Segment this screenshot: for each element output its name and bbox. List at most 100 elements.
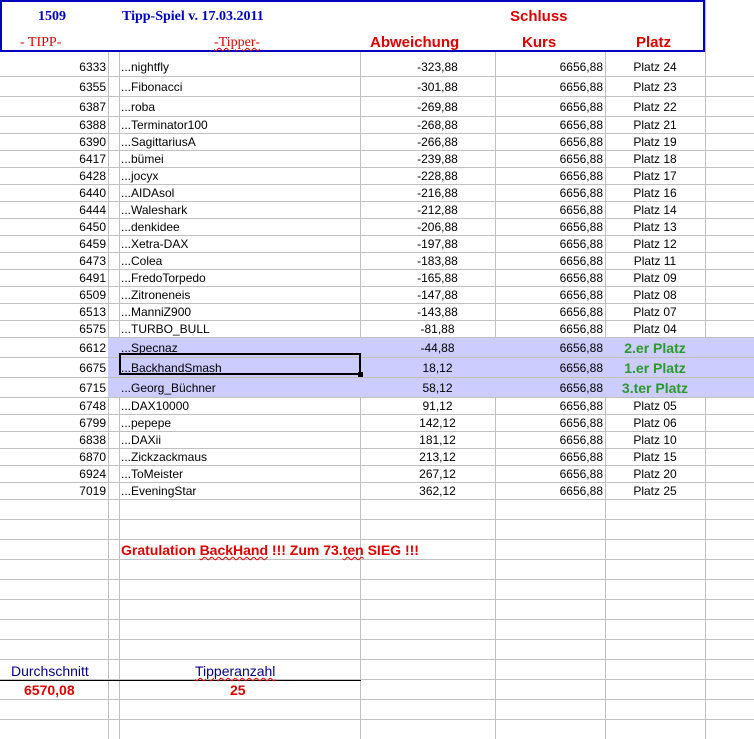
platz-cell[interactable]: Platz 13 [605,219,705,235]
abweichung-cell[interactable]: -206,88 [360,219,495,235]
kurs-cell[interactable]: 6656,88 [495,398,605,414]
kurs-cell[interactable]: 6656,88 [495,57,605,76]
selected-cell[interactable] [119,353,363,377]
kurs-cell[interactable]: 6656,88 [495,185,605,201]
abweichung-cell[interactable]: 181,12 [360,432,495,448]
kurs-cell[interactable]: 6656,88 [495,151,605,167]
kurs-cell[interactable]: 6656,88 [495,449,605,465]
kurs-cell[interactable]: 6656,88 [495,134,605,150]
tipp-cell[interactable]: 6675 [0,358,108,377]
kurs-cell[interactable]: 6656,88 [495,219,605,235]
tipper-cell[interactable]: ...Georg_Büchner [119,378,360,397]
kurs-cell[interactable]: 6656,88 [495,358,605,377]
platz-cell[interactable]: Platz 08 [605,287,705,303]
platz-cell[interactable]: Platz 12 [605,236,705,252]
tipp-cell[interactable]: 6924 [0,466,108,482]
tipper-cell[interactable]: ...Zickzackmaus [119,449,360,465]
tipper-cell[interactable]: ...Waleshark [119,202,360,218]
tipp-cell[interactable]: 6715 [0,378,108,397]
tipp-cell[interactable]: 6473 [0,253,108,269]
kurs-cell[interactable]: 6656,88 [495,321,605,337]
tipper-cell[interactable]: ...Xetra-DAX [119,236,360,252]
kurs-cell[interactable]: 6656,88 [495,97,605,116]
abweichung-cell[interactable]: -197,88 [360,236,495,252]
tipper-cell[interactable]: ...Fibonacci [119,77,360,96]
abweichung-cell[interactable]: -81,88 [360,321,495,337]
abweichung-cell[interactable]: 267,12 [360,466,495,482]
tipp-cell[interactable]: 6417 [0,151,108,167]
kurs-cell[interactable]: 6656,88 [495,287,605,303]
abweichung-cell[interactable]: -266,88 [360,134,495,150]
tipp-cell[interactable]: 6390 [0,134,108,150]
tipper-cell[interactable]: ...denkidee [119,219,360,235]
tipper-cell[interactable]: ...TURBO_BULL [119,321,360,337]
tipper-cell[interactable]: ...roba [119,97,360,116]
abweichung-cell[interactable]: 58,12 [360,378,495,397]
platz-cell[interactable]: Platz 22 [605,97,705,116]
tipper-cell[interactable]: ...DAXii [119,432,360,448]
tipp-cell[interactable]: 6799 [0,415,108,431]
kurs-cell[interactable]: 6656,88 [495,236,605,252]
tipp-cell[interactable]: 6513 [0,304,108,320]
abweichung-cell[interactable]: 362,12 [360,483,495,499]
tipp-cell[interactable]: 6870 [0,449,108,465]
kurs-cell[interactable]: 6656,88 [495,415,605,431]
tipper-cell[interactable]: ...AIDAsol [119,185,360,201]
platz-cell[interactable]: Platz 09 [605,270,705,286]
platz-cell[interactable]: Platz 18 [605,151,705,167]
tipper-cell[interactable]: ...ManniZ900 [119,304,360,320]
tipp-cell[interactable]: 6428 [0,168,108,184]
abweichung-cell[interactable]: -228,88 [360,168,495,184]
tipper-cell[interactable]: ...SagittariusA [119,134,360,150]
kurs-cell[interactable]: 6656,88 [495,338,605,357]
tipp-cell[interactable]: 6748 [0,398,108,414]
tipp-cell[interactable]: 6575 [0,321,108,337]
abweichung-cell[interactable]: -269,88 [360,97,495,116]
tipper-cell[interactable]: ...jocyx [119,168,360,184]
kurs-cell[interactable]: 6656,88 [495,202,605,218]
kurs-cell[interactable]: 6656,88 [495,253,605,269]
abweichung-cell[interactable]: 91,12 [360,398,495,414]
tipp-cell[interactable]: 6387 [0,97,108,116]
kurs-cell[interactable]: 6656,88 [495,117,605,133]
abweichung-cell[interactable]: -183,88 [360,253,495,269]
abweichung-cell[interactable]: -239,88 [360,151,495,167]
platz-cell[interactable]: Platz 24 [605,57,705,76]
abweichung-cell[interactable]: -301,88 [360,77,495,96]
tipp-cell[interactable]: 6440 [0,185,108,201]
kurs-cell[interactable]: 6656,88 [495,77,605,96]
platz-cell[interactable]: Platz 07 [605,304,705,320]
tipper-cell[interactable]: ...Zitroneneis [119,287,360,303]
tipp-cell[interactable]: 6333 [0,57,108,76]
abweichung-cell[interactable]: -165,88 [360,270,495,286]
tipp-cell[interactable]: 7019 [0,483,108,499]
abweichung-cell[interactable]: -216,88 [360,185,495,201]
abweichung-cell[interactable]: 142,12 [360,415,495,431]
tipp-cell[interactable]: 6450 [0,219,108,235]
tipp-cell[interactable]: 6491 [0,270,108,286]
platz-cell[interactable]: Platz 19 [605,134,705,150]
abweichung-cell[interactable]: 213,12 [360,449,495,465]
abweichung-cell[interactable]: 18,12 [360,358,495,377]
platz-cell[interactable]: Platz 10 [605,432,705,448]
tipp-cell[interactable]: 6838 [0,432,108,448]
tipp-cell[interactable]: 6509 [0,287,108,303]
abweichung-cell[interactable]: -147,88 [360,287,495,303]
platz-cell[interactable]: Platz 04 [605,321,705,337]
tipper-cell[interactable]: ...FredoTorpedo [119,270,360,286]
tipper-cell[interactable]: ...EveningStar [119,483,360,499]
platz-cell[interactable]: Platz 14 [605,202,705,218]
platz-cell[interactable]: Platz 06 [605,415,705,431]
kurs-cell[interactable]: 6656,88 [495,168,605,184]
tipper-cell[interactable]: ...DAX10000 [119,398,360,414]
abweichung-cell[interactable]: -268,88 [360,117,495,133]
kurs-cell[interactable]: 6656,88 [495,432,605,448]
platz-cell[interactable]: 1.er Platz [605,358,705,377]
platz-cell[interactable]: 2.er Platz [605,338,705,357]
tipper-cell[interactable]: ...ToMeister [119,466,360,482]
kurs-cell[interactable]: 6656,88 [495,483,605,499]
tipp-cell[interactable]: 6459 [0,236,108,252]
platz-cell[interactable]: Platz 21 [605,117,705,133]
kurs-cell[interactable]: 6656,88 [495,270,605,286]
tipper-cell[interactable]: ...nightfly [119,57,360,76]
